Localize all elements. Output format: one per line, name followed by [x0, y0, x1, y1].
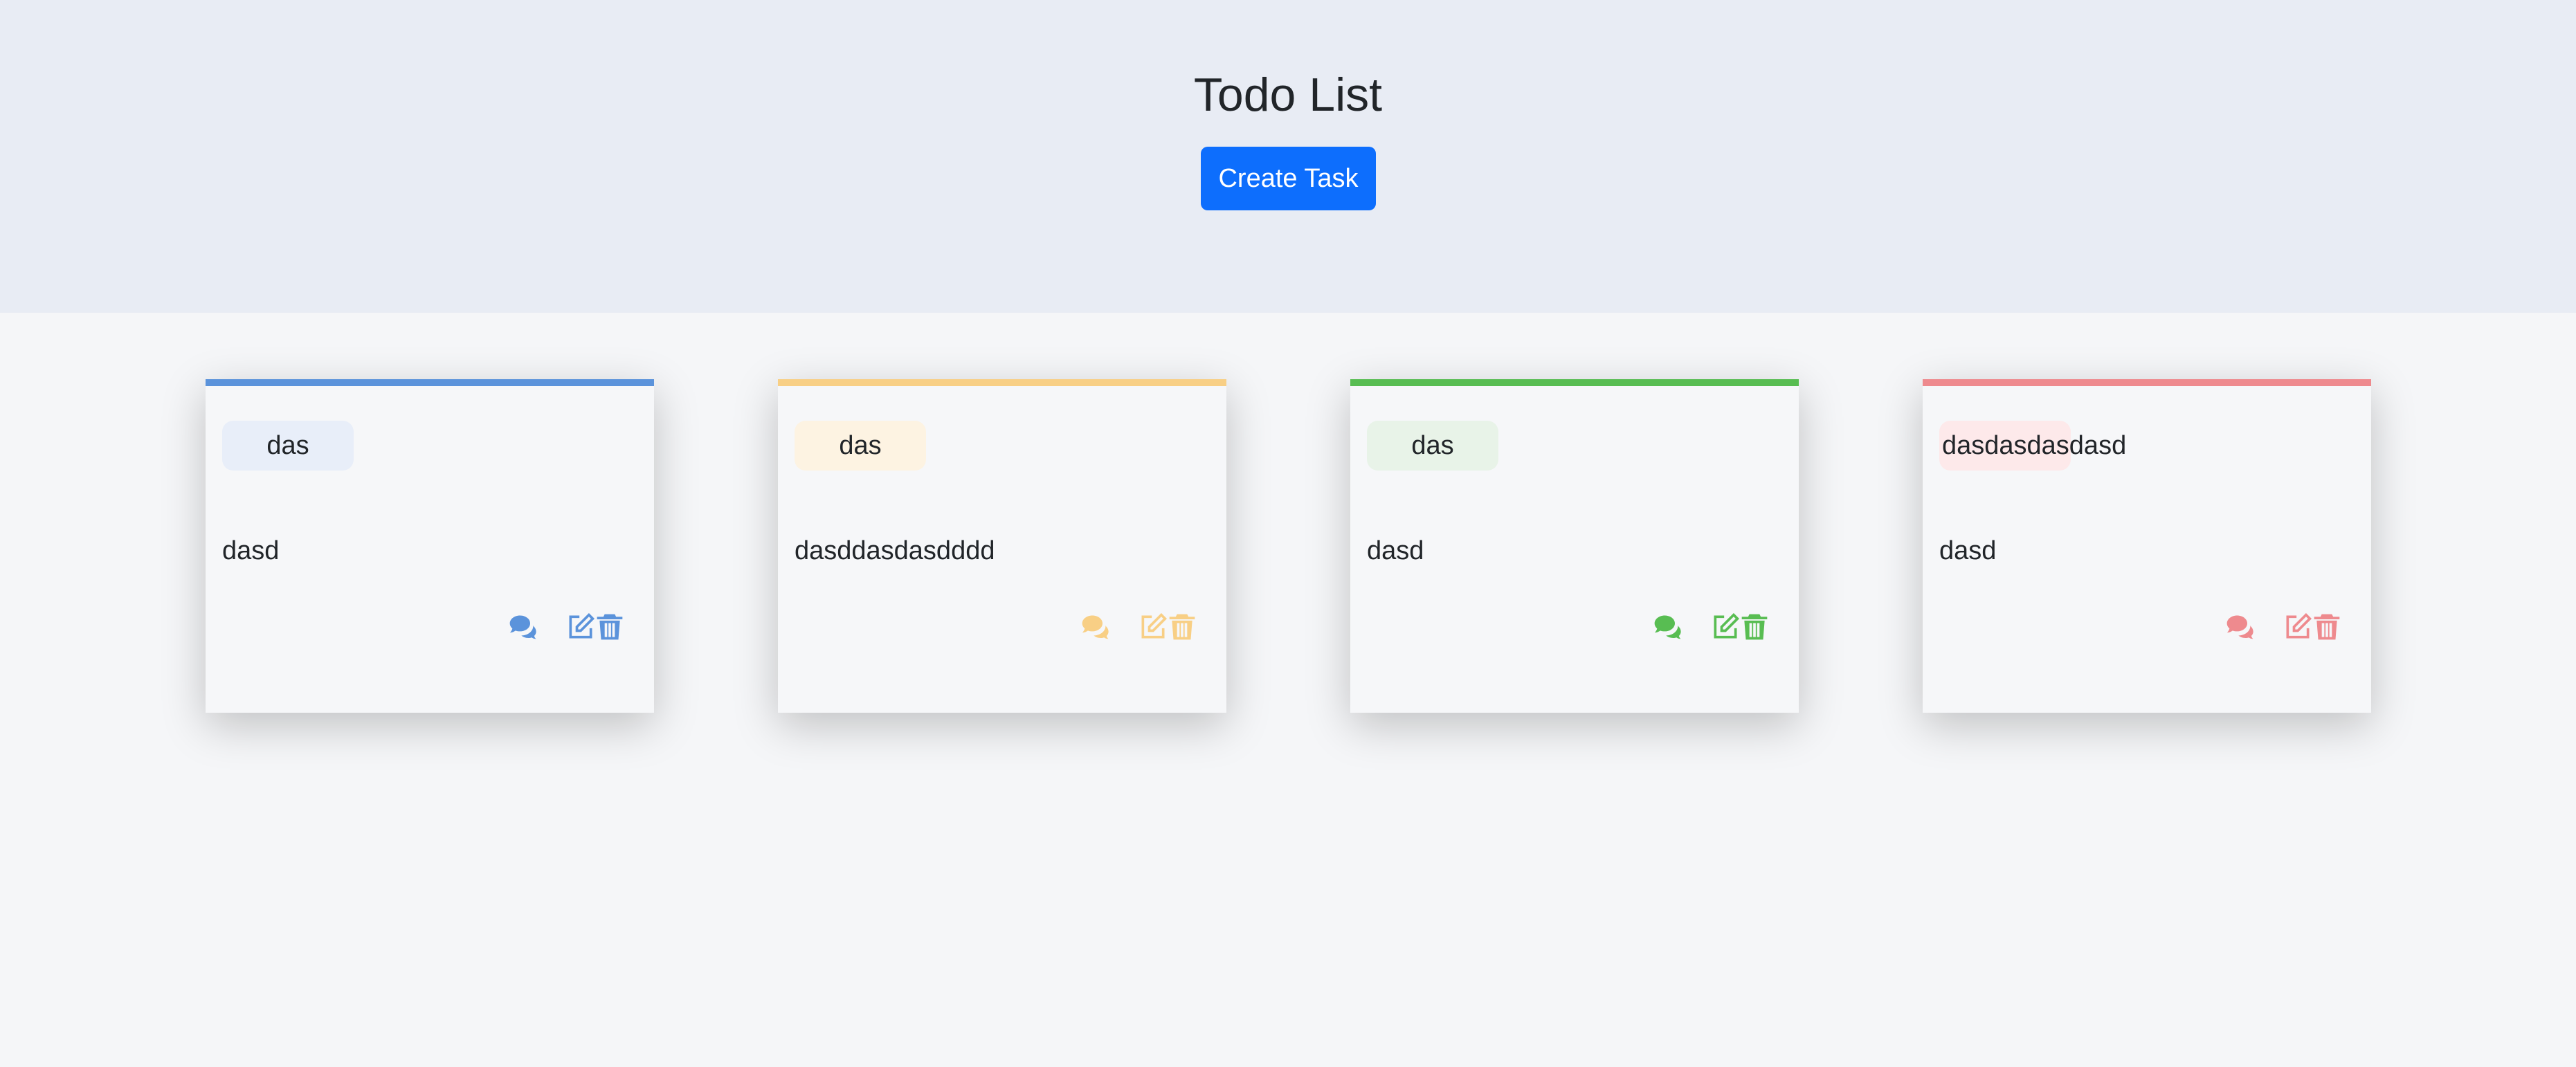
task-title-badge: das — [1411, 431, 1454, 460]
task-description: dasd — [1367, 536, 1424, 565]
card-accent-bar — [778, 379, 1226, 386]
trash-icon[interactable] — [595, 612, 625, 642]
edit-icon[interactable] — [1710, 612, 1741, 642]
trash-icon[interactable] — [1167, 612, 1197, 642]
card-accent-bar — [1923, 379, 2371, 386]
task-title-badge: dasdasdasdasd — [1942, 431, 2127, 460]
task-description: dasd — [222, 536, 280, 565]
trash-icon[interactable] — [2312, 612, 2342, 642]
edit-icon[interactable] — [2283, 612, 2313, 642]
comments-icon[interactable] — [1080, 612, 1110, 642]
comments-icon[interactable] — [507, 612, 538, 642]
edit-icon[interactable] — [1138, 612, 1168, 642]
card-accent-bar — [1350, 379, 1799, 386]
task-card: das dasd — [1350, 379, 1799, 713]
task-title-badge: das — [839, 431, 882, 460]
task-description: dasd — [1939, 536, 1997, 565]
card-accent-bar — [206, 379, 654, 386]
task-card: das dasddasdasdddd — [778, 379, 1226, 713]
trash-icon[interactable] — [1739, 612, 1770, 642]
create-task-button[interactable]: Create Task — [1201, 147, 1376, 210]
comments-icon[interactable] — [2224, 612, 2255, 642]
task-description: dasddasdasdddd — [795, 536, 995, 565]
task-card: das dasd — [206, 379, 654, 713]
page-header: Todo List Create Task — [0, 0, 2576, 313]
edit-icon[interactable] — [565, 612, 596, 642]
task-card: dasdasdasdasd dasd — [1923, 379, 2371, 713]
task-title-badge: das — [266, 431, 309, 460]
comments-icon[interactable] — [1652, 612, 1682, 642]
page-title: Todo List — [1193, 69, 1383, 121]
